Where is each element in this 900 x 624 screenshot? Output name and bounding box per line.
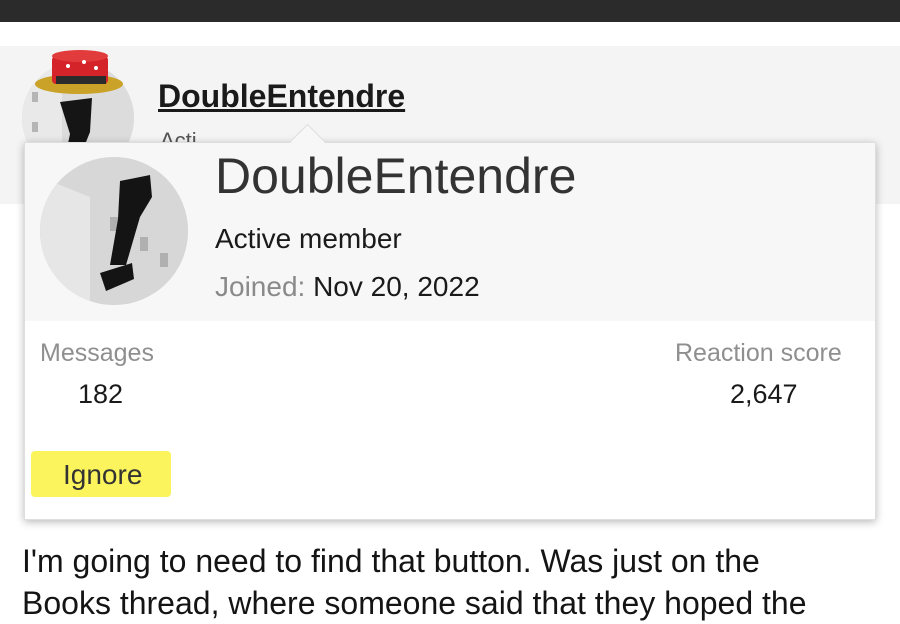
joined-date: Nov 20, 2022	[313, 271, 480, 302]
ignore-button-label: Ignore	[63, 459, 143, 490]
member-user-title: Active member	[215, 223, 402, 254]
reaction-score-value[interactable]: 2,647	[730, 379, 798, 410]
post-body-line-1: I'm going to need to find that button. W…	[22, 543, 760, 579]
member-tooltip-card: DoubleEntendre Active member Joined: Nov…	[24, 123, 876, 520]
cake-hat-icon	[34, 46, 124, 104]
ignore-button[interactable]: Ignore	[31, 451, 171, 497]
member-avatar-image	[40, 157, 188, 305]
top-nav-bar	[0, 0, 900, 22]
member-joined-row: Joined: Nov 20, 2022	[215, 271, 480, 303]
member-card-username[interactable]: DoubleEntendre	[215, 147, 576, 205]
member-avatar[interactable]	[40, 157, 188, 305]
messages-count[interactable]: 182	[78, 379, 123, 410]
post-body: I'm going to need to find that button. W…	[22, 540, 900, 624]
reaction-score-label: Reaction score	[675, 339, 842, 367]
messages-label: Messages	[40, 339, 154, 367]
post-body-line-2: Books thread, where someone said that th…	[22, 585, 807, 621]
post-username-link[interactable]: DoubleEntendre	[158, 78, 405, 115]
joined-label: Joined:	[215, 271, 306, 302]
page-spacer	[0, 22, 900, 46]
